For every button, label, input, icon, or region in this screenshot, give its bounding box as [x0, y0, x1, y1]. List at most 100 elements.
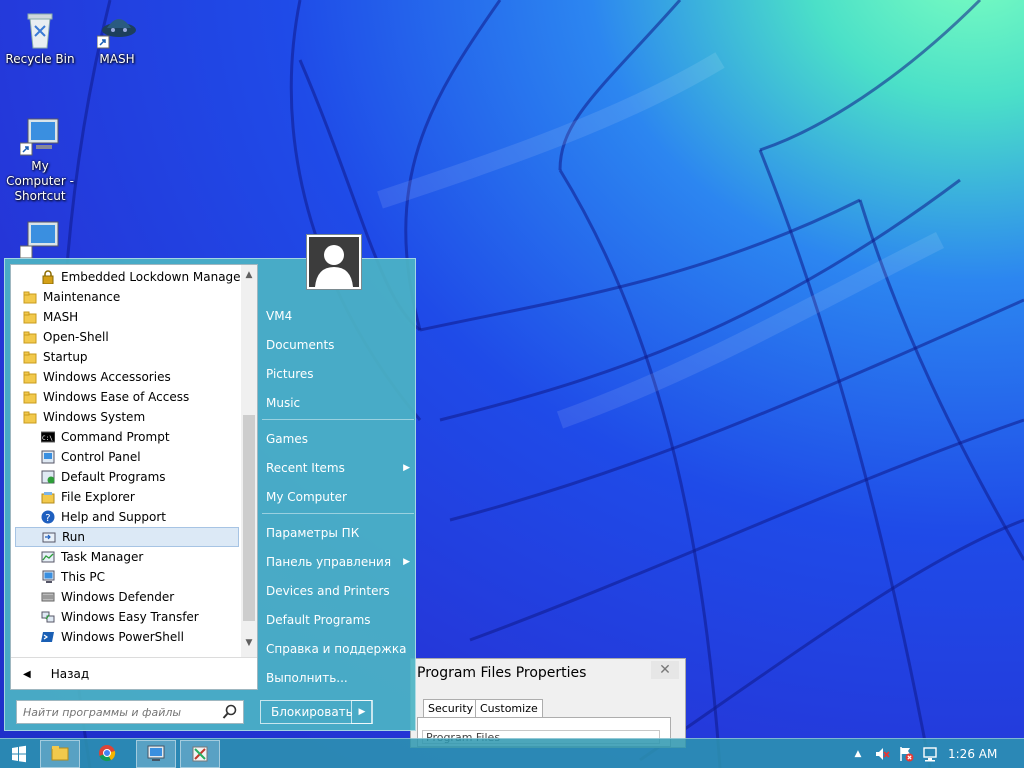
run-icon [42, 530, 56, 544]
remote-desktop-icon [147, 745, 165, 761]
start-right-item-label: Pictures [266, 367, 314, 381]
program-item-startup[interactable]: Startup [11, 347, 251, 367]
search-input[interactable] [23, 704, 213, 720]
back-button[interactable]: ◀ Назад [11, 657, 257, 689]
tray-network[interactable] [922, 746, 938, 762]
program-item-this-pc[interactable]: This PC [11, 567, 257, 587]
desktop-icon-label: MASH [99, 52, 135, 66]
start-right-item-2[interactable]: Pictures [266, 363, 410, 385]
recycle-bin-icon [20, 8, 60, 50]
taskbar-tools[interactable] [180, 740, 220, 768]
search-box[interactable] [16, 700, 244, 724]
volume-muted-icon [876, 748, 890, 760]
desktop[interactable]: Recycle Bin MASH My Computer - Shortcut [0, 0, 1024, 768]
action-center-flag-icon [900, 747, 914, 762]
program-item-label: Command Prompt [61, 430, 170, 444]
program-item-help-and-support[interactable]: ? Help and Support [11, 507, 257, 527]
start-right-item-6[interactable]: My Computer [266, 486, 410, 508]
taskbar-remote-desktop[interactable] [136, 740, 176, 768]
programs-list[interactable]: Embedded Lockdown Manager Maintenance MASH… [10, 264, 258, 690]
program-item-command-prompt[interactable]: C:\ Command Prompt [11, 427, 257, 447]
program-item-windows-system[interactable]: Windows System [11, 407, 251, 427]
scroll-down-arrow[interactable]: ▼ [241, 635, 257, 651]
taskbar-chrome[interactable] [88, 740, 128, 768]
folder-icon [23, 390, 37, 404]
program-item-control-panel[interactable]: Control Panel [11, 447, 257, 467]
program-item-mash[interactable]: MASH [11, 307, 251, 327]
desktop-icon-mash[interactable]: MASH [77, 8, 157, 67]
shutdown-options-button[interactable]: ▶ [351, 700, 373, 724]
taskbar-clock[interactable]: 1:26 AM [948, 747, 997, 761]
desktop-icon-computer[interactable] [0, 218, 80, 262]
program-item-windows-powershell[interactable]: Windows PowerShell [11, 627, 257, 647]
folder-icon [23, 370, 37, 384]
chevron-up-icon: ▲ [854, 749, 862, 759]
program-item-default-programs[interactable]: Default Programs [11, 467, 257, 487]
desktop-icon-my-computer-shortcut[interactable]: My Computer - Shortcut [0, 115, 80, 204]
svg-text:?: ? [45, 513, 50, 524]
start-right-item-label: Параметры ПК [266, 526, 360, 540]
control-panel-icon [41, 450, 55, 464]
program-item-windows-easy-transfer[interactable]: Windows Easy Transfer [11, 607, 257, 627]
start-right-item-0[interactable]: VM4 [266, 305, 410, 327]
default-programs-icon [41, 470, 55, 484]
user-avatar-icon [309, 237, 359, 287]
program-item-maintenance[interactable]: Maintenance [11, 287, 251, 307]
taskbar: ▲ 1:26 AM [0, 738, 1024, 768]
close-icon: ✕ [659, 662, 671, 678]
scroll-up-arrow[interactable]: ▲ [241, 267, 257, 283]
start-button[interactable] [0, 740, 38, 768]
scrollbar[interactable]: ▲ ▼ [241, 265, 257, 657]
program-item-label: This PC [61, 570, 105, 584]
start-right-item-10[interactable]: Default Programs [266, 609, 410, 631]
program-item-label: File Explorer [61, 490, 135, 504]
program-item-file-explorer[interactable]: File Explorer [11, 487, 257, 507]
program-item-embedded-lockdown-manager[interactable]: Embedded Lockdown Manager [11, 267, 257, 287]
file-explorer-icon [41, 490, 55, 504]
easy-transfer-icon [41, 610, 55, 624]
program-item-windows-accessories[interactable]: Windows Accessories [11, 367, 251, 387]
start-right-item-9[interactable]: Devices and Printers [266, 580, 410, 602]
start-right-item-1[interactable]: Documents [266, 334, 410, 356]
close-button[interactable]: ✕ [651, 661, 679, 679]
chevron-right-icon: ▶ [358, 707, 366, 717]
program-item-label: Windows PowerShell [61, 630, 184, 644]
desktop-icon-recycle-bin[interactable]: Recycle Bin [0, 8, 80, 67]
program-item-task-manager[interactable]: Task Manager [11, 547, 257, 567]
chevron-right-icon: ▶ [403, 463, 410, 473]
start-right-item-11[interactable]: Справка и поддержка [266, 638, 410, 660]
program-item-label: Windows Easy Transfer [61, 610, 199, 624]
program-item-open-shell[interactable]: Open-Shell [11, 327, 251, 347]
program-item-windows-ease-of-access[interactable]: Windows Ease of Access [11, 387, 251, 407]
program-item-run[interactable]: Run [15, 527, 239, 547]
chrome-icon [99, 745, 116, 762]
tray-volume[interactable] [874, 746, 890, 762]
program-item-label: MASH [43, 310, 79, 324]
window-title: Program Files Properties [417, 665, 587, 681]
scroll-thumb[interactable] [243, 415, 255, 621]
program-item-windows-defender[interactable]: Windows Defender [11, 587, 257, 607]
tray-action-center[interactable] [898, 746, 914, 762]
program-item-label: Run [62, 530, 86, 544]
start-right-item-3[interactable]: Music [266, 392, 410, 414]
user-picture[interactable] [306, 234, 362, 290]
tab-security[interactable]: Security [423, 699, 479, 717]
start-right-item-12[interactable]: Выполнить... [266, 667, 410, 689]
tray-overflow-button[interactable]: ▲ [850, 746, 866, 762]
program-item-label: Embedded Lockdown Manager [61, 270, 246, 284]
file-explorer-icon [51, 746, 69, 761]
shutdown-label: Блокировать [271, 705, 353, 719]
svg-text:C:\: C:\ [42, 435, 53, 442]
command-prompt-icon: C:\ [40, 430, 56, 444]
program-files-properties-window[interactable]: Program Files Properties ✕ Security Cust… [410, 658, 686, 748]
taskbar-file-explorer[interactable] [40, 740, 80, 768]
start-right-item-8[interactable]: Панель управления ▶ [266, 551, 410, 573]
start-menu: Embedded Lockdown Manager Maintenance MASH… [4, 258, 416, 731]
program-item-label: Windows Ease of Access [43, 390, 190, 404]
start-right-item-4[interactable]: Games [266, 428, 410, 450]
search-icon[interactable] [222, 704, 238, 723]
folder-icon [23, 290, 37, 304]
start-right-item-5[interactable]: Recent Items ▶ [266, 457, 410, 479]
tab-customize[interactable]: Customize [475, 699, 543, 717]
start-right-item-7[interactable]: Параметры ПК [266, 522, 410, 544]
